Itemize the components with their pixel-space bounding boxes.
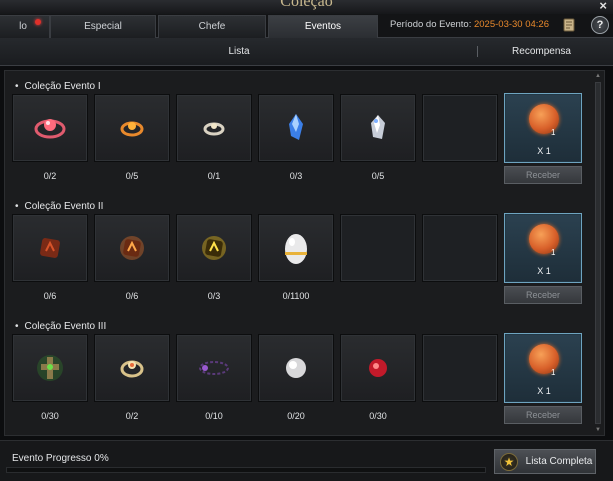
dark-red-rune-icon — [40, 238, 60, 258]
item-count: 0/1 — [207, 171, 221, 181]
full-list-button[interactable]: ★ Lista Completa — [494, 449, 596, 474]
reward-badge: 1 — [551, 368, 556, 377]
full-list-label: Lista Completa — [525, 456, 593, 467]
reward-column-label: Recompensa — [512, 46, 571, 57]
reward-slot[interactable]: 1 X 1 — [504, 333, 582, 403]
red-gem-icon — [369, 359, 387, 377]
reward-slot[interactable]: 1 X 1 — [504, 93, 582, 163]
silver-ring-icon — [203, 122, 225, 136]
purple-bracelet-icon — [199, 361, 229, 375]
item-slot[interactable] — [258, 334, 334, 402]
item-count: 0/10 — [205, 411, 223, 421]
event-period-label: Período do Evento: — [390, 19, 472, 30]
star-icon: ★ — [500, 453, 518, 471]
receive-button[interactable]: Receber — [504, 406, 582, 424]
event-progress-bar — [6, 467, 486, 473]
empty-slot — [422, 334, 498, 402]
gold-ring-icon — [120, 360, 144, 378]
item-count: 0/5 — [125, 171, 139, 181]
orange-rune-icon — [120, 236, 144, 260]
section-title: Coleção Evento I — [15, 81, 101, 92]
item-count: 0/1100 — [282, 291, 310, 301]
tab-label: lo — [19, 21, 27, 32]
collection-section: Coleção Evento I 0/2 0/5 0/1 — [5, 71, 600, 189]
white-crystal-icon — [371, 115, 385, 139]
tab-bar: lo Especial Chefe Eventos Período do Eve… — [0, 14, 613, 38]
egg-icon — [285, 234, 307, 264]
scroll-thumb[interactable] — [595, 82, 601, 424]
item-slot[interactable] — [94, 334, 170, 402]
receive-button[interactable]: Receber — [504, 286, 582, 304]
tab-eventos[interactable]: Eventos — [268, 15, 378, 38]
item-count: 0/3 — [289, 171, 303, 181]
empty-slot — [422, 94, 498, 162]
item-slot[interactable] — [12, 214, 88, 282]
item-count: 0/3 — [207, 291, 221, 301]
item-count: 0/5 — [371, 171, 385, 181]
reward-quantity: X 1 — [537, 146, 551, 156]
item-slot[interactable] — [176, 94, 252, 162]
reward-badge: 1 — [551, 248, 556, 257]
close-icon[interactable]: × — [599, 0, 607, 13]
notification-dot-icon — [35, 19, 41, 25]
reward-slot[interactable]: 1 X 1 — [504, 213, 582, 283]
reward-quantity: X 1 — [537, 386, 551, 396]
item-slot[interactable] — [12, 94, 88, 162]
tab-chefe[interactable]: Chefe — [158, 15, 266, 38]
green-cross-icon — [37, 355, 63, 381]
tab-lo[interactable]: lo — [0, 15, 50, 38]
white-orb-icon — [286, 358, 306, 378]
empty-slot — [422, 214, 498, 282]
scroll-up-icon[interactable]: ▲ — [594, 72, 602, 80]
window-title: Coleção — [280, 0, 333, 10]
item-count: 0/20 — [287, 411, 305, 421]
window-titlebar: Coleção × — [0, 0, 613, 14]
tab-label: Especial — [84, 21, 122, 32]
reward-badge: 1 — [551, 128, 556, 137]
red-gem-ring-icon — [34, 119, 66, 139]
item-slot[interactable] — [12, 334, 88, 402]
item-count: 0/2 — [43, 171, 57, 181]
item-count: 0/6 — [125, 291, 139, 301]
section-title: Coleção Evento II — [15, 201, 104, 212]
tab-label: Eventos — [304, 21, 342, 32]
receive-button[interactable]: Receber — [504, 166, 582, 184]
item-count: 0/30 — [369, 411, 387, 421]
blue-crystal-icon — [289, 114, 303, 140]
scroll-icon[interactable] — [561, 17, 577, 33]
tab-label: Chefe — [198, 21, 226, 32]
event-progress-label: Evento Progresso 0% — [12, 453, 109, 464]
item-slot[interactable] — [258, 94, 334, 162]
scroll-down-icon[interactable]: ▼ — [594, 426, 602, 434]
item-slot[interactable] — [94, 214, 170, 282]
collection-list: Coleção Evento I 0/2 0/5 0/1 — [4, 70, 605, 436]
help-button[interactable]: ? — [591, 16, 609, 34]
tab-especial[interactable]: Especial — [50, 15, 156, 38]
list-scrollbar[interactable]: ▲ ▼ — [594, 72, 602, 434]
yellow-rune-icon — [202, 236, 226, 260]
reward-quantity: X 1 — [537, 266, 551, 276]
item-slot[interactable] — [340, 334, 416, 402]
item-slot[interactable] — [94, 94, 170, 162]
empty-slot — [340, 214, 416, 282]
section-title: Coleção Evento III — [15, 321, 107, 332]
event-period-value: 2025-03-30 04:26 — [473, 19, 549, 30]
item-slot[interactable] — [176, 334, 252, 402]
item-slot[interactable] — [258, 214, 334, 282]
collection-section: Coleção Evento II 0/6 0/6 0/3 — [5, 191, 600, 309]
footer: Evento Progresso 0% ★ Lista Completa — [0, 440, 613, 481]
list-column-label: Lista — [228, 46, 250, 57]
item-count: 0/6 — [43, 291, 57, 301]
item-slot[interactable] — [176, 214, 252, 282]
orange-ring-icon — [120, 121, 144, 137]
collection-section: Coleção Evento III 0/30 0/2 0/10 — [5, 311, 600, 429]
item-count: 0/30 — [41, 411, 59, 421]
item-slot[interactable] — [340, 94, 416, 162]
list-header: Lista Recompensa — [0, 38, 613, 66]
item-count: 0/2 — [125, 411, 139, 421]
event-period: Período do Evento: 2025-03-30 04:26 — [390, 19, 549, 30]
